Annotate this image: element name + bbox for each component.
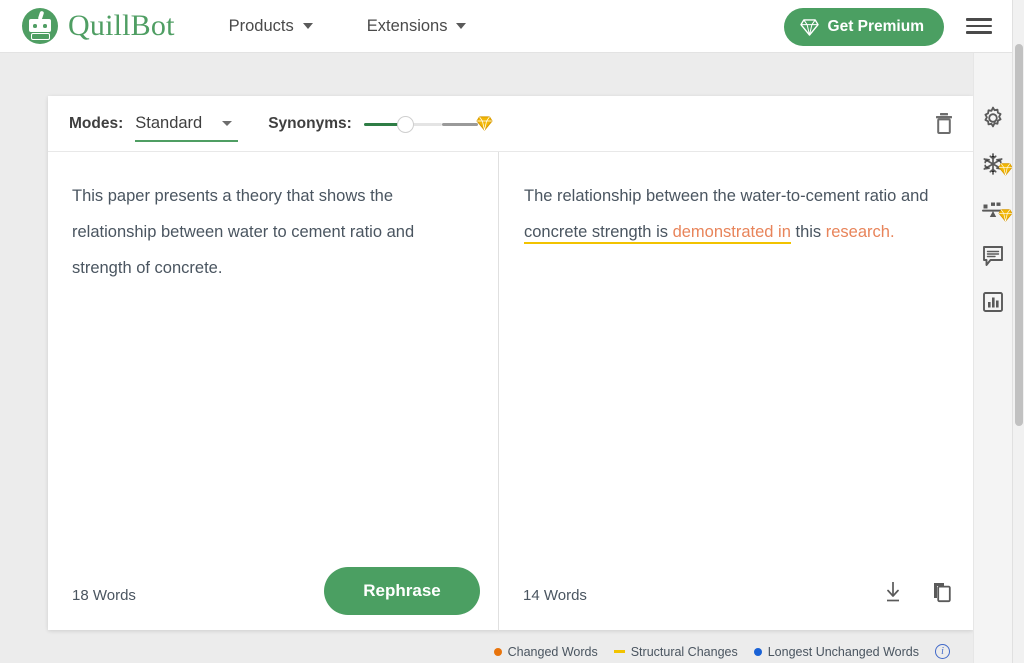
diamond-icon	[799, 18, 819, 36]
slider-track-premium	[441, 122, 478, 126]
info-icon[interactable]: i	[935, 644, 950, 659]
clear-text-button[interactable]	[933, 111, 955, 140]
brand-name: QuillBot	[68, 9, 175, 42]
editor-panes: This paper presents a theory that shows …	[48, 152, 973, 631]
gear-icon	[984, 106, 1002, 128]
diamond-icon	[998, 163, 1013, 181]
output-segment-plain: The relationship between the water-to-ce…	[524, 187, 929, 205]
output-segment-changed: research.	[825, 223, 895, 241]
quillbot-robot-logo-icon	[22, 8, 58, 44]
brand-logo-link[interactable]: QuillBot	[22, 8, 175, 44]
mode-dropdown[interactable]: Standard	[135, 113, 239, 142]
legend-item-changed-words: Changed Words	[493, 644, 598, 659]
input-pane-footer: 18 Words Rephrase	[48, 559, 498, 631]
output-text: The relationship between the water-to-ce…	[499, 152, 973, 250]
modes-label: Modes:	[69, 114, 124, 132]
chevron-down-icon	[456, 23, 467, 29]
get-premium-label: Get Premium	[827, 18, 924, 35]
paraphraser-card: Modes: Standard Synonyms: This paper pre…	[48, 96, 973, 631]
slider-handle[interactable]	[396, 115, 414, 133]
get-premium-button[interactable]: Get Premium	[783, 8, 944, 46]
copy-button[interactable]	[931, 581, 953, 608]
output-segment-plain-2: this	[790, 223, 826, 241]
output-word-count: 14 Words	[523, 586, 587, 604]
hamburger-menu-icon[interactable]	[966, 16, 992, 36]
scrollbar-thumb[interactable]	[1015, 44, 1023, 426]
diamond-icon	[998, 209, 1013, 227]
legend-item-structural-changes: Structural Changes	[613, 644, 738, 659]
legend-label-structural-changes: Structural Changes	[630, 644, 738, 659]
page-scrollbar[interactable]	[1012, 0, 1024, 663]
input-text[interactable]: This paper presents a theory that shows …	[48, 152, 498, 286]
trash-icon	[936, 113, 952, 134]
slider-track-active	[363, 122, 398, 126]
comment-icon	[983, 246, 1003, 266]
synonyms-label: Synonyms:	[268, 114, 352, 132]
legend-label-changed-words: Changed Words	[507, 644, 598, 659]
settings-button[interactable]	[980, 105, 1006, 131]
chevron-down-icon	[302, 23, 313, 29]
rephrase-button[interactable]: Rephrase	[324, 567, 480, 615]
output-pane-footer: 14 Words	[499, 559, 973, 631]
legend-label-longest-unchanged: Longest Unchanged Words	[767, 644, 919, 659]
diamond-icon	[476, 115, 493, 136]
legend: Changed Words Structural Changes Longest…	[0, 644, 1012, 659]
paraphraser-toolbar: Modes: Standard Synonyms:	[48, 96, 973, 152]
legend-marker-dot	[753, 647, 762, 656]
nav-item-extensions[interactable]: Extensions	[367, 17, 467, 36]
copy-icon	[934, 583, 951, 603]
input-pane[interactable]: This paper presents a theory that shows …	[48, 152, 498, 631]
top-navigation-bar: QuillBot Products Extensions Get Premium	[0, 0, 1012, 53]
legend-item-longest-unchanged: Longest Unchanged Words	[753, 644, 919, 659]
download-icon	[887, 582, 899, 602]
nav-item-extensions-label: Extensions	[366, 16, 448, 35]
output-segment-structural: concrete strength is	[524, 223, 673, 244]
output-actions	[883, 581, 953, 608]
right-tool-rail	[973, 53, 1013, 663]
nav-item-products-label: Products	[228, 16, 294, 35]
download-button[interactable]	[883, 581, 903, 608]
legend-marker-dot	[493, 647, 502, 656]
slider-track-inactive	[409, 122, 442, 126]
synonyms-slider[interactable]	[363, 112, 493, 136]
chevron-down-icon	[222, 120, 233, 126]
output-pane[interactable]: The relationship between the water-to-ce…	[499, 152, 973, 631]
nav-item-products[interactable]: Products	[229, 17, 313, 36]
feedback-button[interactable]	[980, 243, 1006, 269]
compare-modes-button[interactable]	[980, 197, 1013, 223]
output-segment-changed-structural: demonstrated in	[672, 223, 791, 244]
mode-selected-value: Standard	[135, 113, 203, 132]
statistics-button[interactable]	[980, 289, 1006, 315]
input-word-count: 18 Words	[72, 586, 136, 604]
legend-marker-dash	[613, 650, 625, 653]
freeze-words-button[interactable]	[980, 151, 1013, 177]
bar-chart-icon	[983, 292, 1003, 312]
